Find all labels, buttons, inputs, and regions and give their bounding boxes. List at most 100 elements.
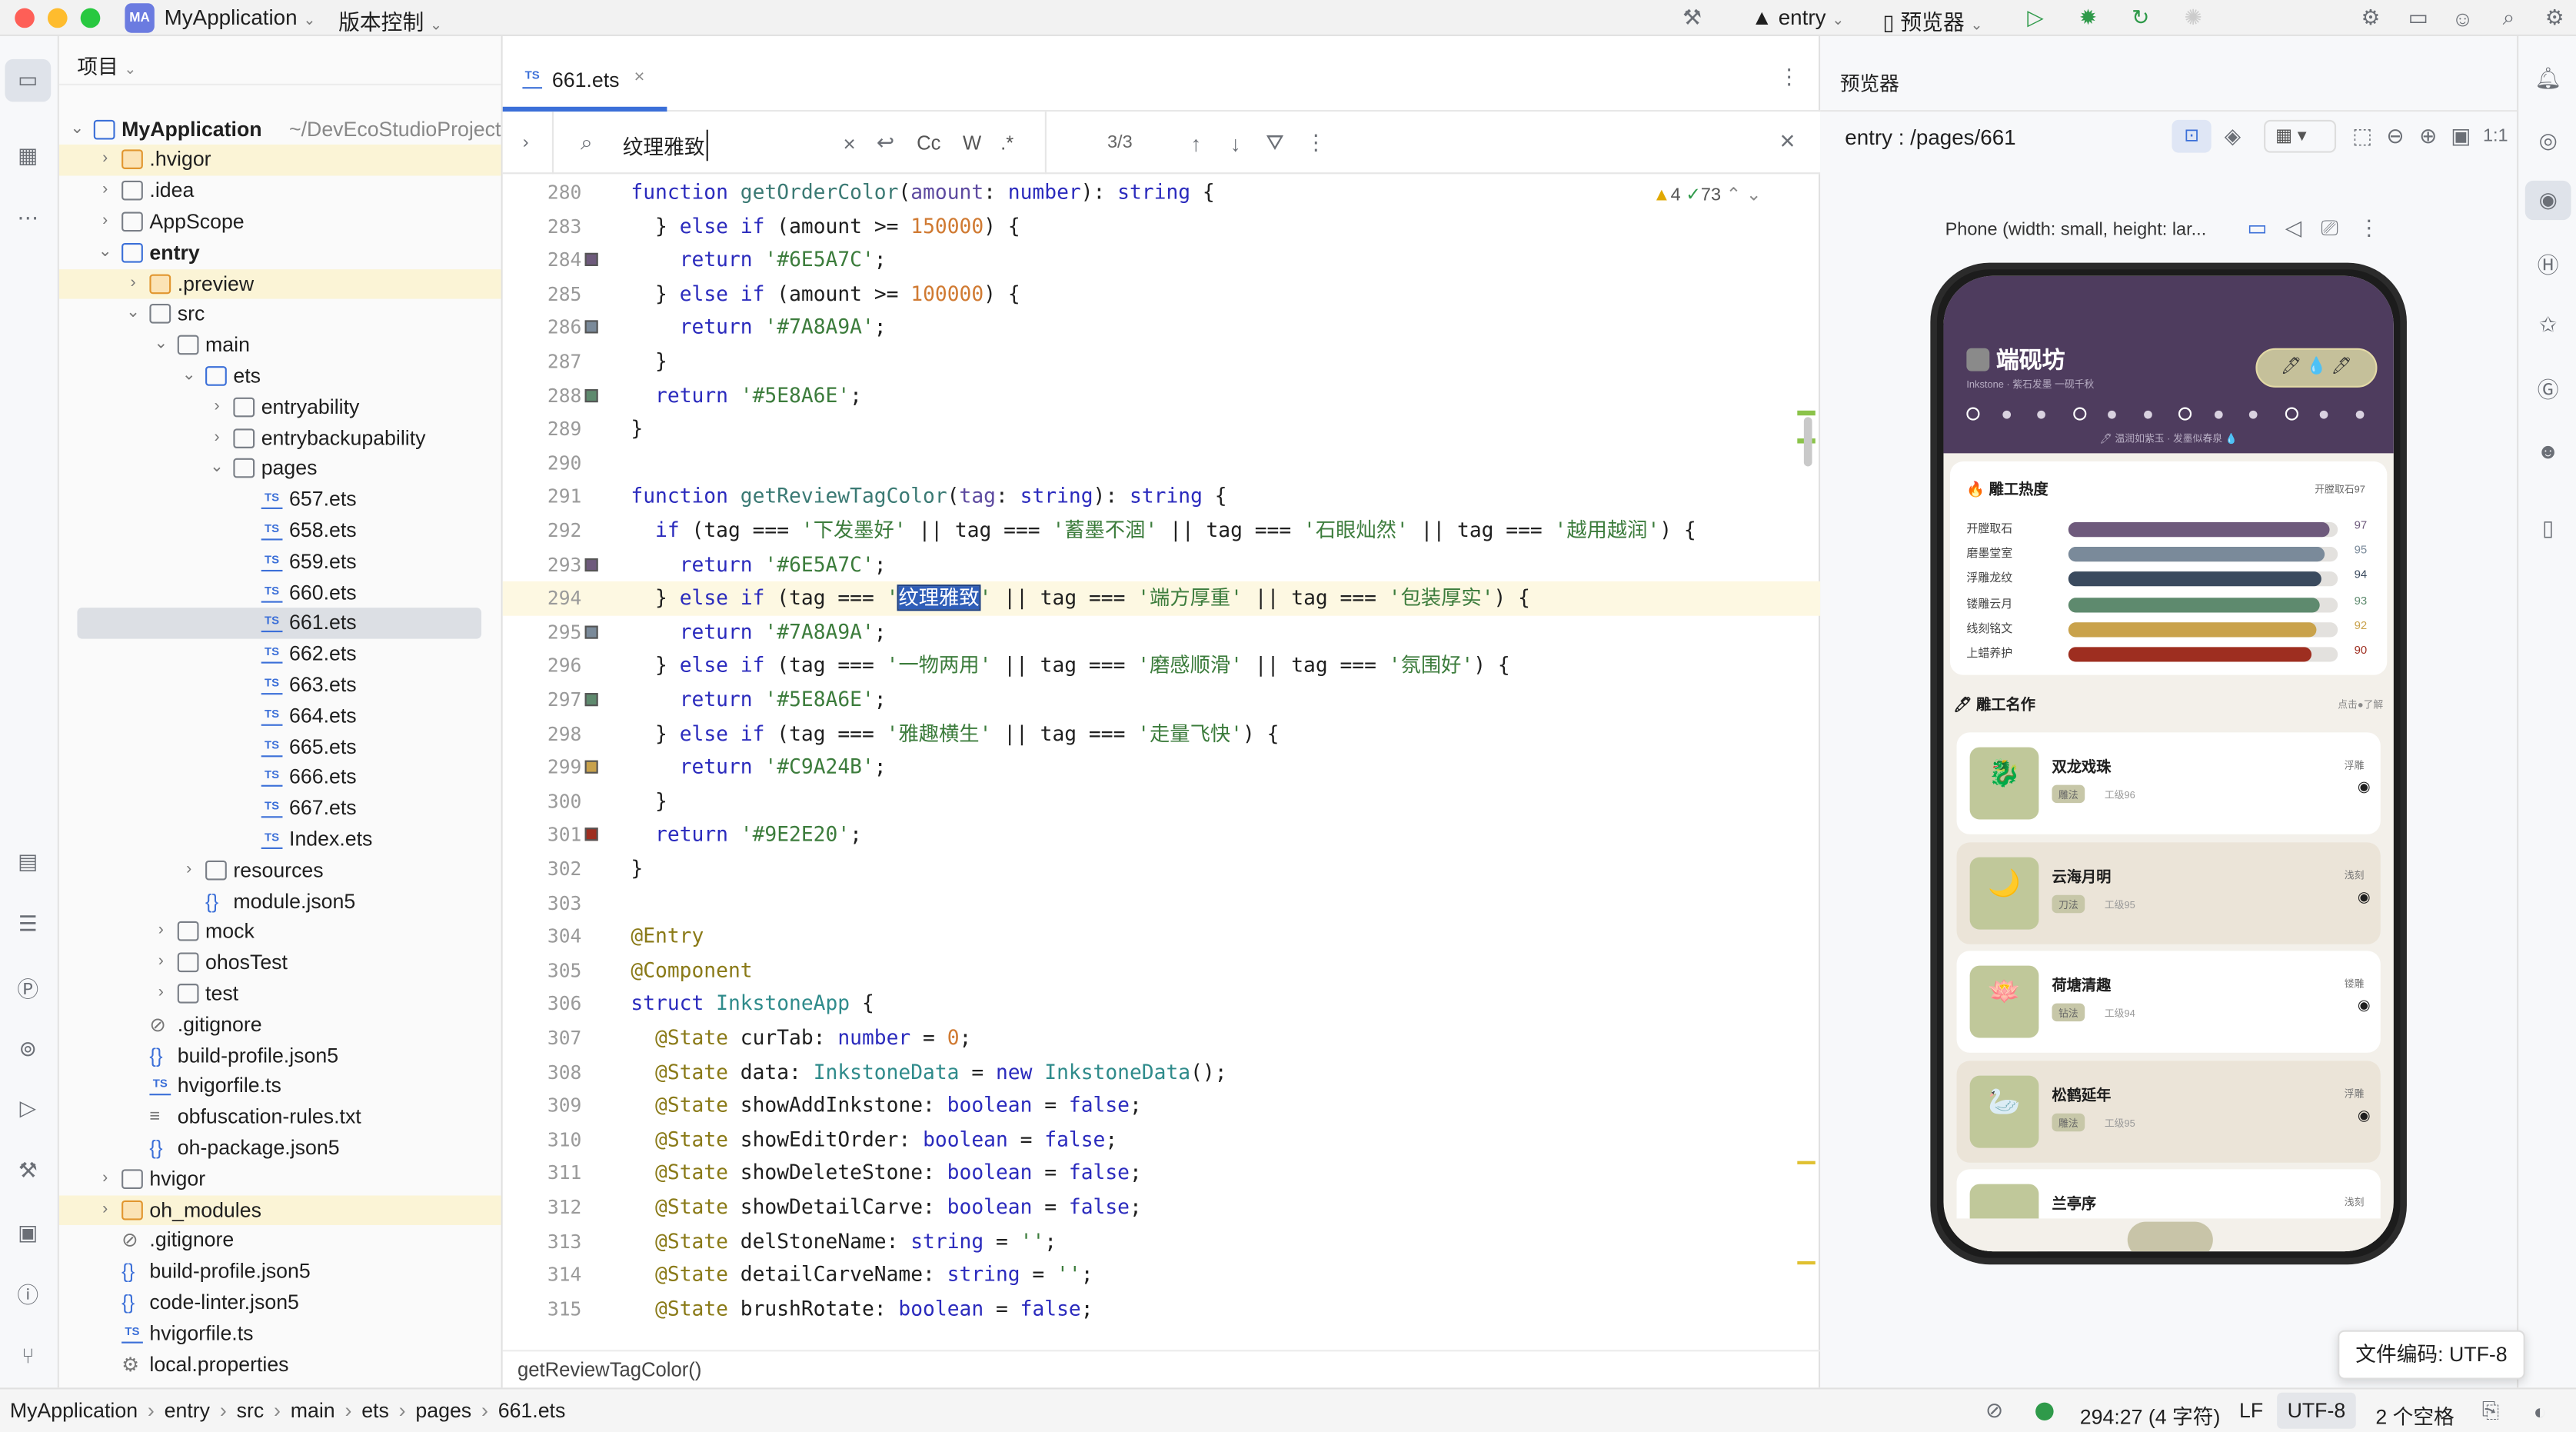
- search-icon[interactable]: ⌕: [2494, 5, 2523, 31]
- run-config-select[interactable]: ▲ entry ⌄: [1751, 5, 1844, 29]
- tree-item[interactable]: ⌄ main: [59, 330, 501, 361]
- profiler-icon[interactable]: ✺: [2178, 5, 2208, 31]
- tree-item[interactable]: {} build-profile.json5: [59, 1041, 501, 1071]
- zoom-out-icon[interactable]: ⊖: [2382, 123, 2408, 149]
- tree-item[interactable]: ≡ obfuscation-rules.txt: [59, 1102, 501, 1133]
- gradle-icon[interactable]: Ⓖ: [2525, 368, 2571, 407]
- tree-item[interactable]: TS 660.ets: [59, 578, 501, 608]
- code-line[interactable]: 295 return '#7A8A9A';: [503, 615, 1820, 649]
- chevron-right-icon[interactable]: ›: [125, 268, 141, 299]
- tree-item[interactable]: {} module.json5: [59, 886, 501, 917]
- log-icon[interactable]: ☰: [5, 903, 51, 946]
- code-line[interactable]: 307 @State curTab: number = 0;: [503, 1021, 1820, 1055]
- tree-item[interactable]: {} code-linter.json5: [59, 1287, 501, 1318]
- structure-icon[interactable]: ▦: [5, 135, 51, 178]
- code-line[interactable]: 305 @Component: [503, 954, 1820, 987]
- find-input[interactable]: 纹理雅致: [623, 129, 708, 162]
- chevron-right-icon[interactable]: ›: [153, 917, 169, 947]
- code-line[interactable]: 290: [503, 446, 1820, 480]
- code-line[interactable]: 304 @Entry: [503, 920, 1820, 954]
- code-line[interactable]: 300 }: [503, 784, 1820, 818]
- tree-item[interactable]: › hvigor: [59, 1164, 501, 1194]
- tree-item[interactable]: › mock: [59, 917, 501, 947]
- bottom-nav-active[interactable]: [2127, 1221, 2213, 1252]
- chevron-right-icon[interactable]: ›: [181, 855, 197, 886]
- tree-item[interactable]: › resources: [59, 855, 501, 886]
- chevron-right-icon[interactable]: ›: [153, 947, 169, 978]
- tree-item[interactable]: TS 659.ets: [59, 546, 501, 577]
- chevron-down-icon[interactable]: ⌄: [208, 454, 225, 485]
- chevron-right-icon[interactable]: ›: [153, 978, 169, 1009]
- eye-icon[interactable]: ◉: [2358, 778, 2371, 796]
- account-icon[interactable]: ☺: [2448, 5, 2477, 31]
- project-panel-title[interactable]: 项目 ⌄: [77, 49, 136, 81]
- chevron-right-icon[interactable]: ›: [97, 176, 113, 207]
- tool-pill[interactable]: 🖊 💧 🖊: [2255, 348, 2378, 388]
- tree-item[interactable]: ⌄ src: [59, 299, 501, 330]
- code-line[interactable]: 302}: [503, 852, 1820, 886]
- code-line[interactable]: 283 } else if (amount >= 150000) {: [503, 209, 1820, 243]
- tree-item[interactable]: ⚙ local.properties: [59, 1349, 501, 1380]
- tree-item[interactable]: TS 658.ets: [59, 515, 501, 546]
- tab-661-ets[interactable]: TS 661.ets ×: [502, 36, 667, 112]
- todo-icon[interactable]: ▤: [5, 841, 51, 884]
- caret-position[interactable]: 294:27 (4 字符): [2080, 1399, 2221, 1430]
- zoom-window-button[interactable]: [80, 8, 101, 28]
- tree-item[interactable]: › .idea: [59, 176, 501, 207]
- code-line[interactable]: 291 function getReviewTagColor(tag: strin…: [503, 480, 1820, 514]
- memory-icon[interactable]: ◐: [2527, 1398, 2553, 1423]
- code-line[interactable]: 301 return '#9E2E20';: [503, 818, 1820, 852]
- code-line[interactable]: 297 return '#5E8A6E';: [503, 683, 1820, 717]
- tree-item[interactable]: › oh_modules: [58, 1194, 501, 1226]
- tree-item[interactable]: ⊘ .gitignore: [59, 1010, 501, 1041]
- code-line[interactable]: 311 @State showDeleteStone: boolean = fa…: [503, 1157, 1820, 1191]
- code-line[interactable]: 303: [503, 886, 1820, 920]
- tree-item[interactable]: TS hvigorfile.ts: [59, 1071, 501, 1102]
- editor-breadcrumb[interactable]: getReviewTagColor(): [502, 1350, 1821, 1387]
- tree-item[interactable]: ⌄ MyApplication ~/DevEcoStudioProjects/M: [59, 114, 501, 145]
- star-icon[interactable]: ✩: [2525, 305, 2571, 345]
- tree-item[interactable]: › test: [59, 978, 501, 1009]
- status-crumb[interactable]: src: [237, 1399, 265, 1422]
- chevron-down-icon[interactable]: ⌄: [97, 238, 113, 268]
- code-line[interactable]: 314 @State detailCarveName: string = '';: [503, 1258, 1820, 1292]
- tree-item[interactable]: {} build-profile.json5: [59, 1257, 501, 1287]
- robot-icon[interactable]: ☻: [2525, 430, 2571, 469]
- match-case-toggle[interactable]: Cc: [917, 132, 940, 155]
- tree-item[interactable]: TS 667.ets: [59, 794, 501, 824]
- readonly-icon[interactable]: ⊘: [1982, 1397, 2008, 1422]
- build-icon[interactable]: ⚒: [5, 1150, 51, 1193]
- terminal-icon[interactable]: ▣: [5, 1212, 51, 1255]
- close-find-icon[interactable]: ×: [1772, 128, 1802, 156]
- tree-item[interactable]: › entryability: [59, 392, 501, 423]
- code-line[interactable]: 289}: [503, 412, 1820, 446]
- code-line[interactable]: 294 } else if (tag === '纹理雅致' || tag ===…: [502, 581, 1821, 616]
- git-icon[interactable]: ⑂: [5, 1334, 51, 1377]
- eye-icon[interactable]: ◉: [2358, 888, 2371, 905]
- services-icon[interactable]: ⊚: [5, 1028, 51, 1071]
- tree-item[interactable]: ⌄ entry: [59, 238, 501, 268]
- code-line[interactable]: 298 } else if (tag === '雅趣横生' || tag ===…: [503, 717, 1820, 751]
- file-encoding[interactable]: UTF-8: [2277, 1392, 2356, 1429]
- notifications-icon[interactable]: 🔔︎: [2525, 59, 2571, 98]
- project-switcher[interactable]: MyApplication ⌄: [165, 5, 316, 29]
- chevron-down-icon[interactable]: ⌄: [69, 114, 85, 145]
- ide-settings-icon[interactable]: ⚙: [2540, 5, 2569, 31]
- expand-replace-icon[interactable]: ›: [513, 130, 539, 156]
- tree-item[interactable]: › AppScope: [59, 207, 501, 238]
- code-line[interactable]: 284 return '#6E5A7C';: [503, 243, 1820, 277]
- work-card[interactable]: 🌙 云海月明 浅刻 刀法 工级95 ◉: [1956, 841, 2381, 944]
- code-line[interactable]: 309 @State showAddInkstone: boolean = fa…: [503, 1089, 1820, 1123]
- vcs-menu[interactable]: 版本控制 ⌄: [338, 5, 442, 36]
- device-more-icon[interactable]: ⋮: [2358, 215, 2380, 240]
- tree-item[interactable]: TS hvigorfile.ts: [59, 1318, 501, 1349]
- chevron-down-icon[interactable]: ⌄: [125, 299, 141, 330]
- tree-item[interactable]: TS 665.ets: [59, 731, 501, 762]
- code-line[interactable]: 292 if (tag === '下发墨好' || tag === '蓄墨不涸'…: [503, 514, 1820, 548]
- code-line[interactable]: 312 @State showDetailCarve: boolean = fa…: [503, 1191, 1820, 1224]
- code-line[interactable]: 293 return '#6E5A7C';: [503, 548, 1820, 581]
- code-line[interactable]: 286 return '#7A8A9A';: [503, 311, 1820, 345]
- tree-item[interactable]: TS 663.ets: [59, 670, 501, 701]
- profiler-p-icon[interactable]: Ⓟ: [5, 966, 51, 1009]
- status-crumb[interactable]: ets: [361, 1399, 389, 1422]
